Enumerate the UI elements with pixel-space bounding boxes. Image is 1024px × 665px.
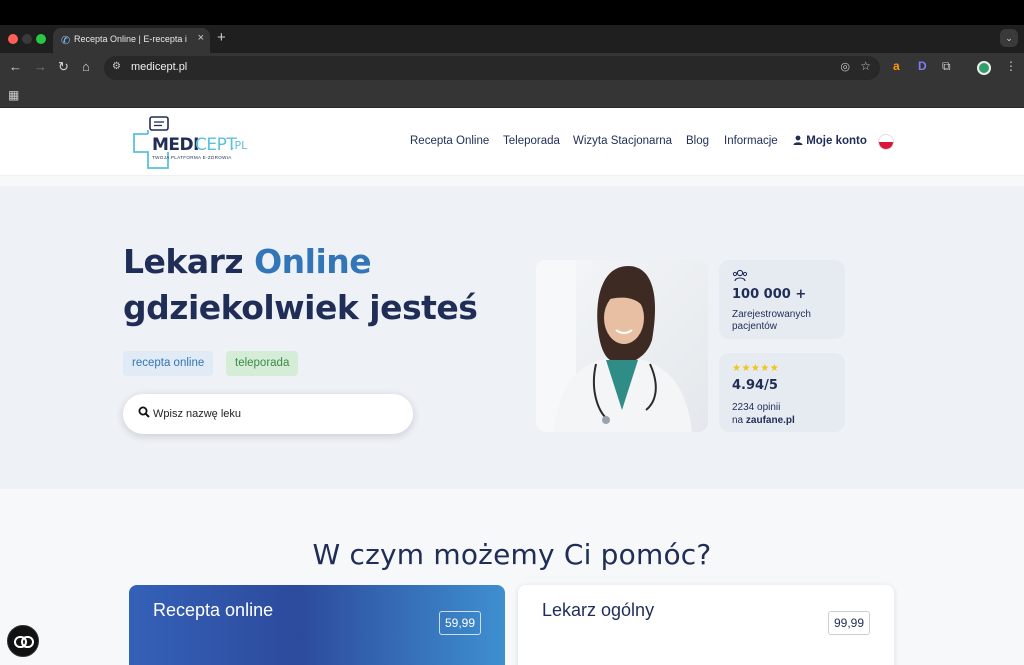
web-page: MEDI CEPT .PL TWOJA PLATFORMA E-ZDROWIA … <box>0 108 1024 665</box>
tag-recepta-online[interactable]: recepta online <box>123 351 214 376</box>
reload-icon[interactable]: ↻ <box>58 59 69 75</box>
patients-label-line2: pacjentów <box>732 321 778 332</box>
search-icon <box>138 406 150 418</box>
address-bar[interactable]: ⚙ medicept.pl ◎ ☆ <box>104 56 880 80</box>
service-title: Lekarz ogólny <box>542 600 655 620</box>
home-icon[interactable]: ⌂ <box>82 59 90 74</box>
service-card-lekarz-ogolny[interactable]: Lekarz ogólny 99,99 <box>518 585 894 665</box>
site-info-icon[interactable]: ⚙ <box>112 61 121 72</box>
browser-menu-icon[interactable]: ⋮ <box>1005 59 1017 73</box>
polish-flag-icon[interactable] <box>878 134 894 150</box>
nav-wizyta-stacjonarna[interactable]: Wizyta Stacjonarna <box>573 135 672 147</box>
reviews-source-link[interactable]: zaufane.pl <box>746 415 795 426</box>
medicept-logo[interactable]: MEDI CEPT .PL TWOJA PLATFORMA E-ZDROWIA <box>132 114 252 170</box>
close-window-button[interactable] <box>8 34 18 44</box>
floating-chat-button[interactable] <box>7 625 39 657</box>
bookmarks-bar: ▦ <box>0 83 1024 108</box>
patients-count: 100 000 + <box>732 287 807 302</box>
apps-grid-icon[interactable]: ▦ <box>8 88 19 102</box>
hero-title-part1: Lekarz <box>123 242 255 281</box>
nav-blog[interactable]: Blog <box>686 135 709 147</box>
hero-section <box>0 186 1024 489</box>
reviews-count: 2234 opinii <box>732 402 781 413</box>
tab-title: Recepta Online | E-recepta i Teleporada <box>74 34 189 44</box>
logo-tagline: TWOJA PLATFORMA E-ZDROWIA <box>152 155 232 160</box>
reviews-prefix: na <box>732 415 746 426</box>
new-tab-button[interactable]: + <box>217 29 226 46</box>
browser-tab-active[interactable]: ✆ Recepta Online | E-recepta i Teleporad… <box>53 28 210 53</box>
extensions-puzzle-icon[interactable]: ⧉ <box>942 59 951 74</box>
service-title: Recepta online <box>153 600 274 620</box>
bookmark-star-icon[interactable]: ☆ <box>860 59 871 73</box>
forward-icon[interactable]: → <box>34 59 47 74</box>
tab-search-button[interactable]: ⌄ <box>1000 29 1018 47</box>
user-icon <box>793 135 803 145</box>
nav-recepta-online[interactable]: Recepta Online <box>410 135 489 147</box>
patients-stat-card: 100 000 + Zarejestrowanych pacjentów <box>719 260 845 339</box>
d-extension-icon[interactable]: D <box>918 59 927 73</box>
service-price: 59,99 <box>439 611 481 635</box>
eye-off-icon[interactable]: ◎ <box>840 60 850 73</box>
nav-my-account-label: Moje konto <box>806 135 867 147</box>
amazon-extension-icon[interactable]: a <box>893 59 900 73</box>
services-heading: W czym możemy Ci pomóc? <box>312 538 712 571</box>
back-icon[interactable]: ← <box>9 59 22 74</box>
reviews-source-line: na zaufane.pl <box>732 415 795 427</box>
favicon-icon: ✆ <box>61 35 71 47</box>
logo-suffix: .PL <box>231 139 248 152</box>
service-price: 99,99 <box>828 611 870 635</box>
screen-top-bar <box>0 0 1024 25</box>
nav-teleporada[interactable]: Teleporada <box>503 135 560 147</box>
service-card-recepta-online[interactable]: Recepta online 59,99 <box>129 585 505 665</box>
browser-toolbar: ← → ↻ ⌂ ⚙ medicept.pl ◎ ☆ a D ⧉ ⋮ <box>0 53 1024 83</box>
browser-tab-bar: ✆ Recepta Online | E-recepta i Teleporad… <box>0 25 1024 53</box>
nav-informacje[interactable]: Informacje <box>724 135 778 147</box>
maximize-window-button[interactable] <box>36 34 46 44</box>
logo-wordmark-dark: MEDI <box>152 135 199 155</box>
hero-title-line2: gdziekolwiek jesteś <box>123 288 478 327</box>
url-text[interactable]: medicept.pl <box>131 61 187 73</box>
hero-title-accent: Online <box>254 242 372 281</box>
minimize-window-button[interactable] <box>22 34 32 44</box>
nav-my-account[interactable]: Moje konto <box>793 135 867 147</box>
rating-stat-card: ★★★★★ 4.94/5 2234 opinii na zaufane.pl <box>719 353 845 432</box>
doctor-photo <box>536 260 708 432</box>
users-icon <box>732 269 748 282</box>
site-header: MEDI CEPT .PL TWOJA PLATFORMA E-ZDROWIA … <box>0 108 1024 176</box>
search-input[interactable] <box>153 404 393 424</box>
rating-value: 4.94/5 <box>732 378 778 393</box>
medicine-search-box[interactable] <box>123 394 413 434</box>
profile-avatar[interactable] <box>977 61 991 75</box>
link-icon <box>14 636 34 648</box>
hero-title-line1: Lekarz Online <box>123 242 372 281</box>
patients-label-line1: Zarejestrowanych <box>732 309 811 320</box>
tab-close-icon[interactable]: × <box>198 32 204 44</box>
doctor-illustration <box>536 260 692 432</box>
tag-teleporada[interactable]: teleporada <box>226 351 299 376</box>
rating-stars-icon: ★★★★★ <box>732 363 780 374</box>
